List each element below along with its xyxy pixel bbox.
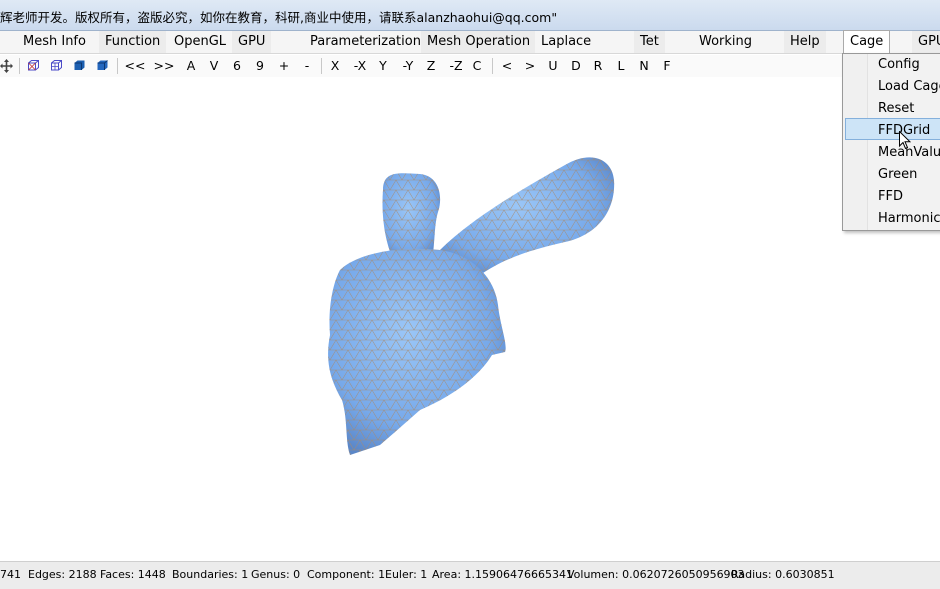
btn-6[interactable]: 6 (227, 57, 247, 75)
menu-mesh-operation[interactable]: Mesh Operation (421, 31, 537, 53)
cage-item-reset[interactable]: Reset (878, 98, 914, 120)
toolbar-separator (117, 58, 118, 74)
status-edges: Edges: 2188 (28, 568, 97, 581)
menu-gpu-2[interactable]: GPU (912, 31, 940, 53)
menu-cage[interactable]: Cage (843, 30, 891, 53)
btn-z[interactable]: Z (421, 57, 441, 75)
menu-help[interactable]: Help (784, 31, 826, 53)
menu-parameterization[interactable]: Parameterization (304, 31, 427, 53)
btn-9[interactable]: 9 (250, 57, 270, 75)
solid-cube-2-icon[interactable] (97, 60, 108, 71)
menu-tet[interactable]: Tet (634, 31, 665, 53)
btn-minus[interactable]: - (297, 57, 317, 75)
cage-item-green[interactable]: Green (878, 164, 917, 186)
menu-opengl[interactable]: OpenGL (168, 31, 233, 53)
menu-gutter (843, 54, 868, 230)
mouse-cursor-icon (899, 131, 911, 150)
cage-item-load-cage[interactable]: Load Cage (878, 76, 940, 98)
wireframe-cube-2-icon[interactable] (51, 60, 62, 71)
btn-r[interactable]: R (588, 57, 608, 75)
menu-mesh-info[interactable]: Mesh Info (17, 31, 92, 53)
menu-bar: Mesh Info Function OpenGL GPU Parameteri… (0, 30, 940, 54)
cage-item-ffd[interactable]: FFD (878, 186, 903, 208)
cage-item-config[interactable]: Config (878, 54, 920, 76)
3d-viewport[interactable] (0, 78, 940, 560)
status-volume: Volumen: 0.0620726050956903 (567, 568, 745, 581)
wireframe-cube-icon[interactable] (28, 60, 39, 71)
btn-next-next[interactable]: >> (153, 57, 175, 75)
btn-neg-z[interactable]: -Z (444, 57, 468, 75)
btn-c[interactable]: C (467, 57, 487, 75)
status-bar: 741 Edges: 2188 Faces: 1448 Boundaries: … (0, 561, 940, 589)
btn-plus[interactable]: + (274, 57, 294, 75)
menu-gpu[interactable]: GPU (232, 31, 272, 53)
btn-f[interactable]: F (657, 57, 677, 75)
btn-neg-x[interactable]: -X (348, 57, 372, 75)
status-genus: Genus: 0 (251, 568, 301, 581)
status-boundaries: Boundaries: 1 (172, 568, 249, 581)
status-area: Area: 1.15906476665341 (432, 568, 573, 581)
toolbar-separator (19, 58, 20, 74)
btn-n[interactable]: N (634, 57, 654, 75)
title-bar: 辉老师开发。版权所有，盗版必究，如你在教育，科研,商业中使用，请联系alanzh… (0, 0, 940, 31)
status-radius: Radius: 0.6030851 (731, 568, 835, 581)
btn-d[interactable]: D (566, 57, 586, 75)
menu-function[interactable]: Function (99, 31, 167, 53)
btn-neg-y[interactable]: -Y (396, 57, 420, 75)
btn-v[interactable]: V (204, 57, 224, 75)
btn-prev[interactable]: < (497, 57, 517, 75)
btn-a[interactable]: A (181, 57, 201, 75)
btn-y[interactable]: Y (373, 57, 393, 75)
move-icon[interactable] (0, 59, 13, 73)
btn-next[interactable]: > (520, 57, 540, 75)
toolbar-separator (492, 58, 493, 74)
btn-prev-prev[interactable]: << (124, 57, 146, 75)
status-euler: Euler: 1 (385, 568, 428, 581)
menu-laplace[interactable]: Laplace (535, 31, 598, 53)
toolbar-separator (321, 58, 322, 74)
cage-dropdown-menu: Config Load Cage Reset FFDGrid MeanValue… (842, 53, 940, 231)
btn-u[interactable]: U (543, 57, 563, 75)
mesh-model (328, 157, 615, 455)
status-vertices: 741 (0, 568, 21, 581)
menu-working[interactable]: Working (693, 31, 759, 53)
bunny-mesh (328, 157, 615, 455)
toolbar: << >> A V 6 9 + - X -X Y -Y Z -Z C < > U… (0, 55, 940, 77)
solid-cube-icon[interactable] (74, 60, 85, 71)
window-title: 辉老师开发。版权所有，盗版必究，如你在教育，科研,商业中使用，请联系alanzh… (0, 10, 558, 25)
status-component: Component: 1 (307, 568, 386, 581)
btn-x[interactable]: X (325, 57, 345, 75)
status-faces: Faces: 1448 (100, 568, 166, 581)
btn-l[interactable]: L (611, 57, 631, 75)
cage-item-harmonic[interactable]: Harmonic (878, 208, 940, 230)
